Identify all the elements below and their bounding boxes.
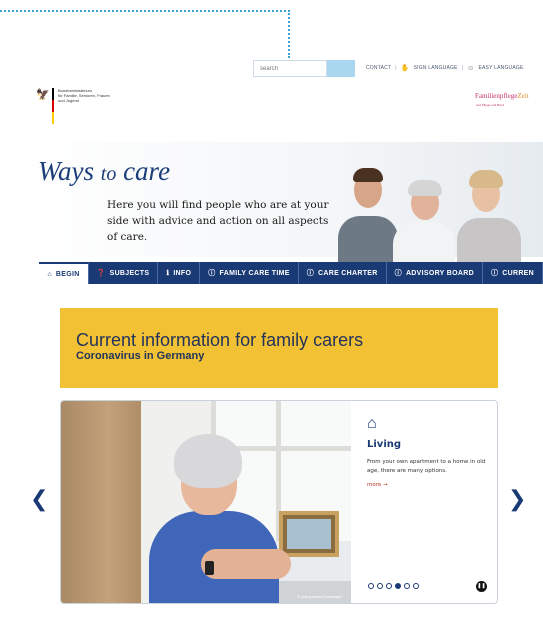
dotted-guide-vertical — [288, 10, 290, 58]
nav-item-family-care-time[interactable]: ⓘ FAMILY CARE TIME — [200, 262, 299, 284]
familienpflegezeit-tagline: und Pflege und Beruf — [476, 103, 505, 107]
ministry-name: Bundesministerium für Familie, Senioren,… — [58, 88, 110, 103]
slide-title: Living — [367, 439, 402, 450]
slide-photo-older-woman: © plainpicture/Caiaimage — [61, 401, 351, 603]
federal-eagle-icon: 🦅 — [36, 89, 50, 101]
photo-credit: © plainpicture/Caiaimage — [297, 594, 342, 599]
person-young-man — [338, 168, 398, 262]
nav-item-current[interactable]: ⓘ CURREN — [483, 262, 543, 284]
banner-subtitle: Coronavirus in Germany — [76, 350, 205, 362]
home-icon: ⌂ — [47, 270, 52, 278]
slider-next-button[interactable]: ❯ — [508, 488, 526, 512]
familienpflegezeit-logo[interactable]: FamilienpflegeZeit — [475, 92, 529, 100]
slider-dot[interactable] — [395, 583, 401, 589]
slider-dot[interactable] — [386, 583, 392, 589]
dotted-guide-horizontal — [0, 10, 290, 12]
person-older-woman — [393, 180, 455, 262]
corona-info-banner[interactable]: Current information for family carers Co… — [60, 308, 498, 388]
slide-text-panel: ⌂ Living From your own apartment to a ho… — [353, 401, 497, 603]
nav-item-begin[interactable]: ⌂ BEGIN — [39, 262, 89, 284]
question-icon: ❓ — [96, 270, 106, 277]
nav-item-care-charter[interactable]: ⓘ CARE CHARTER — [299, 262, 387, 284]
separator: | — [395, 65, 397, 71]
ministry-logo[interactable]: 🦅 Bundesministerium für Familie, Seniore… — [36, 88, 128, 124]
slider-dot[interactable] — [377, 583, 383, 589]
info-icon: ℹ — [166, 270, 170, 277]
search-box — [253, 60, 355, 77]
slider-pagination — [368, 583, 419, 589]
slider-dot[interactable] — [404, 583, 410, 589]
person-young-woman — [452, 170, 522, 262]
nav-item-info[interactable]: ℹ INFO — [158, 262, 201, 284]
german-flag-bar — [52, 88, 54, 124]
top-links: CONTACT | ✋ SIGN LANGUAGE | ☺ EASY LANGU… — [366, 64, 524, 73]
banner-title: Current information for family carers — [76, 330, 364, 350]
nav-item-subjects[interactable]: ❓ SUBJECTS — [89, 262, 159, 284]
content-slider: © plainpicture/Caiaimage ⌂ Living From y… — [60, 400, 498, 604]
pause-button[interactable]: ❚❚ — [476, 581, 487, 592]
slider-dot[interactable] — [368, 583, 374, 589]
slider-prev-button[interactable]: ❮ — [30, 488, 48, 512]
slide-more-link[interactable]: more → — [367, 482, 497, 488]
contact-link[interactable]: CONTACT — [366, 65, 391, 71]
house-icon: ⌂ — [367, 415, 377, 432]
easy-language-link[interactable]: EASY LANGUAGE — [478, 65, 523, 71]
separator: | — [461, 65, 464, 71]
nav-item-advisory-board[interactable]: ⓘ ADVISORY BOARD — [387, 262, 483, 284]
sign-language-link[interactable]: SIGN LANGUAGE — [414, 65, 458, 71]
slide-description: From your own apartment to a home in old… — [367, 459, 486, 474]
sign-language-icon: ✋ — [400, 65, 410, 72]
search-input[interactable] — [253, 60, 327, 77]
circle-info-icon: ⓘ — [490, 270, 499, 277]
circle-info-icon: ⓘ — [306, 270, 315, 277]
search-button[interactable] — [327, 60, 355, 77]
circle-info-icon: ⓘ — [208, 270, 216, 277]
circle-info-icon: ⓘ — [394, 270, 402, 277]
easy-language-icon: ☺ — [467, 64, 475, 72]
page-title: Ways to care — [38, 156, 171, 186]
main-navigation: ⌂ BEGIN ❓ SUBJECTS ℹ INFO ⓘ FAMILY CARE … — [18, 262, 543, 284]
hero-intro-text: Here you will find people who are at you… — [107, 199, 329, 243]
nav-spacer — [18, 262, 40, 284]
slider-dot[interactable] — [413, 583, 419, 589]
